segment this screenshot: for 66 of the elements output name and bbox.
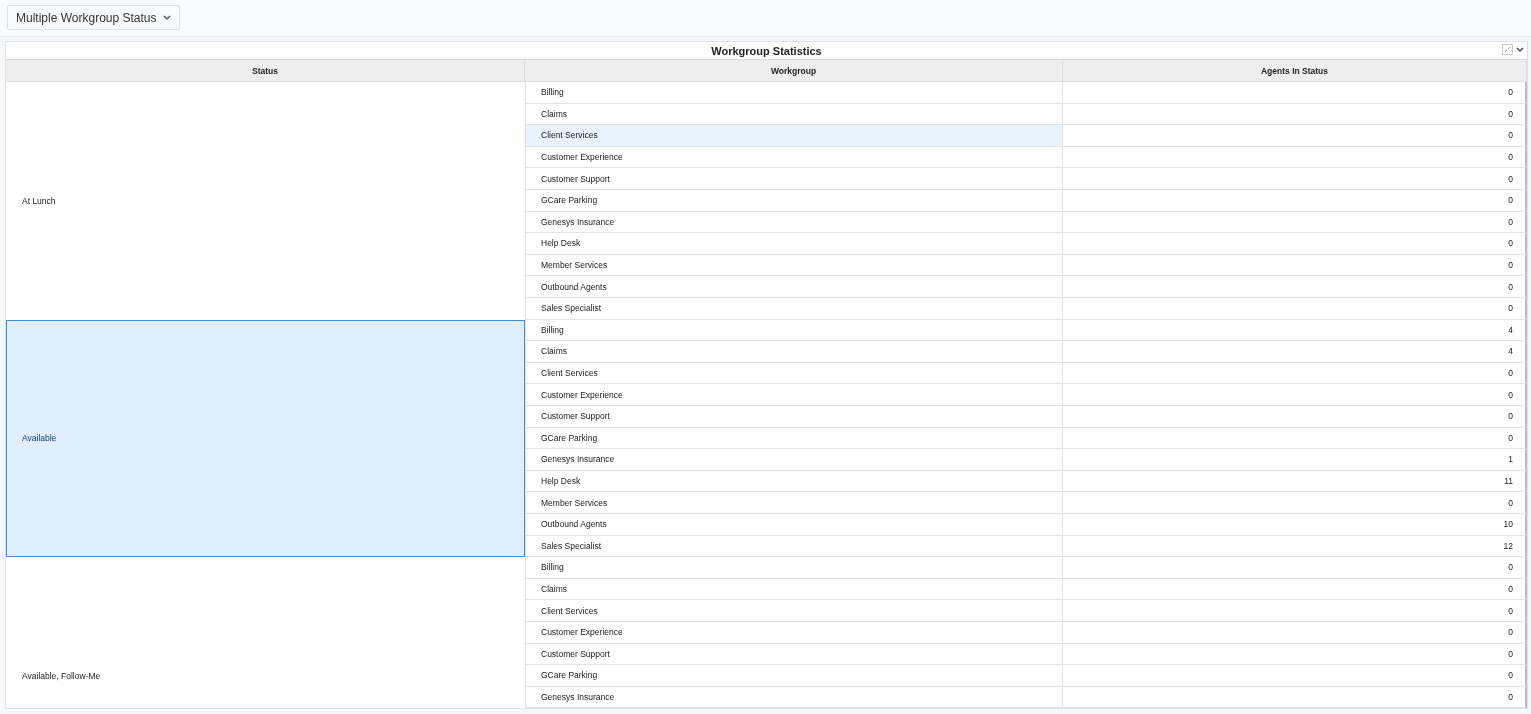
agents-count-cell: 0 [1063, 276, 1527, 298]
workgroup-cell: Member Services [525, 254, 1063, 277]
agents-count-cell: 0 [1063, 362, 1527, 385]
agents-count-cell: 0 [1063, 557, 1527, 579]
agents-count-cell: 1 [1063, 449, 1527, 471]
agents-count-cell: 0 [1063, 600, 1527, 622]
workgroup-cell: Outbound Agents [525, 276, 1063, 298]
agents-count-cell: 11 [1063, 470, 1527, 493]
agents-count-cell: 0 [1063, 254, 1527, 277]
status-cell[interactable]: Available [6, 319, 525, 558]
workgroup-cell: Help Desk [525, 233, 1063, 255]
agents-count-cell: 0 [1063, 82, 1527, 104]
workgroup-cell: Customer Experience [525, 146, 1063, 169]
agents-count-cell: 0 [1063, 665, 1527, 687]
workgroup-cell: Sales Specialist [525, 297, 1063, 320]
agents-count-cell: 0 [1063, 427, 1527, 450]
workgroup-cell: Genesys Insurance [525, 449, 1063, 471]
workgroup-cell: Genesys Insurance [525, 211, 1063, 234]
agents-count-cell: 0 [1063, 297, 1527, 320]
agents-count-cell: 0 [1063, 492, 1527, 514]
agents-count-cell: 0 [1063, 189, 1527, 212]
workgroup-cell: GCare Parking [525, 665, 1063, 687]
column-header[interactable]: Workgroup [525, 60, 1063, 81]
agents-count-cell: 0 [1063, 384, 1527, 406]
agents-count-cell: 0 [1063, 168, 1527, 190]
agents-count-cell: 4 [1063, 319, 1527, 342]
agents-count-cell: 0 [1063, 146, 1527, 169]
agents-count-cell: 0 [1063, 643, 1527, 666]
agents-count-cell: 0 [1063, 405, 1527, 428]
agents-count-cell: 0 [1063, 125, 1527, 147]
agents-count-cell: 0 [1063, 686, 1527, 708]
column-header[interactable]: Agents In Status [1063, 60, 1527, 81]
view-dropdown[interactable]: Multiple Workgroup Status [7, 5, 180, 30]
agents-count-cell: 4 [1063, 341, 1527, 363]
workgroup-cell: Billing [525, 82, 1063, 104]
column-header[interactable]: Status [6, 60, 525, 81]
workgroup-cell: Customer Support [525, 643, 1063, 666]
workgroup-cell: Customer Experience [525, 621, 1063, 644]
workgroup-cell: Sales Specialist [525, 535, 1063, 558]
workgroup-cell: Customer Support [525, 168, 1063, 190]
panel-title: Workgroup Statistics [711, 44, 822, 57]
chevron-down-icon[interactable] [1516, 46, 1524, 53]
workgroup-cell: Help Desk [525, 470, 1063, 493]
workgroup-cell: Client Services [525, 125, 1063, 147]
agents-count-cell: 0 [1063, 233, 1527, 255]
workgroup-cell: Billing [525, 557, 1063, 579]
agents-count-cell: 0 [1063, 211, 1527, 234]
workgroup-cell: Outbound Agents [525, 513, 1063, 536]
agents-count-cell: 0 [1063, 578, 1527, 601]
agents-count-cell: 0 [1063, 621, 1527, 644]
workgroup-cell: Customer Experience [525, 384, 1063, 406]
workgroup-cell: Claims [525, 103, 1063, 126]
agents-count-cell: 10 [1063, 513, 1527, 536]
workgroup-cell: Claims [525, 341, 1063, 363]
workgroup-cell: Member Services [525, 492, 1063, 514]
agents-count-cell: 0 [1063, 103, 1527, 126]
workgroup-cell: Client Services [525, 362, 1063, 385]
workgroup-cell: Customer Support [525, 405, 1063, 428]
workgroup-cell: Genesys Insurance [525, 686, 1063, 708]
workgroup-cell: GCare Parking [525, 189, 1063, 212]
workgroup-cell: Claims [525, 578, 1063, 601]
agents-count-cell: 12 [1063, 535, 1527, 558]
workgroup-cell: Billing [525, 319, 1063, 342]
workgroup-cell: Client Services [525, 600, 1063, 622]
workgroup-cell: GCare Parking [525, 427, 1063, 450]
chevron-down-icon [162, 14, 171, 21]
